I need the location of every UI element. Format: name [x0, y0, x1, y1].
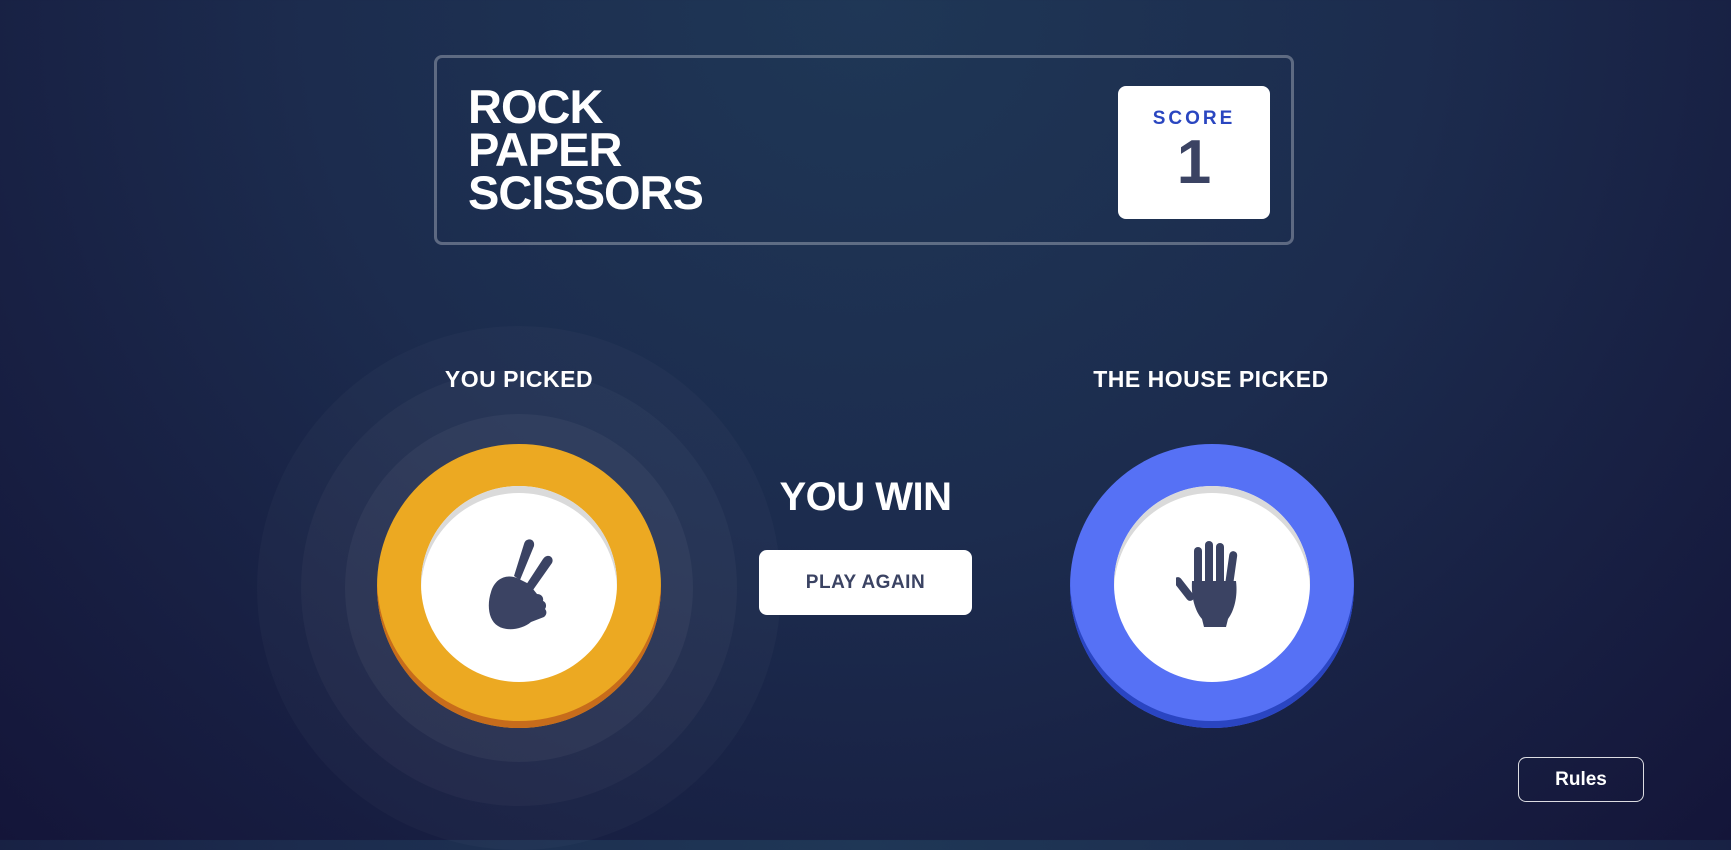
game-title: ROCK PAPER SCISSORS — [468, 80, 704, 219]
player-choice-token — [377, 444, 661, 728]
header: ROCK PAPER SCISSORS SCORE 1 — [434, 55, 1294, 245]
player-choice-inner — [421, 486, 617, 682]
result-text: YOU WIN — [779, 475, 952, 519]
score-label: SCORE — [1152, 108, 1236, 129]
house-choice-token — [1070, 444, 1354, 728]
title-line-rock: ROCK — [468, 80, 603, 133]
scissors-hand-icon — [488, 539, 553, 630]
house-pick-label: THE HOUSE PICKED — [1093, 366, 1329, 392]
title-line-scissors: SCISSORS — [468, 166, 704, 219]
house-choice-inner — [1114, 486, 1310, 682]
score-box: SCORE 1 — [1118, 86, 1270, 219]
play-again-button[interactable]: PLAY AGAIN — [759, 550, 972, 615]
score-value: 1 — [1176, 128, 1212, 197]
paper-hand-icon — [1176, 541, 1238, 627]
rules-button[interactable]: Rules — [1518, 757, 1644, 802]
title-line-paper: PAPER — [468, 123, 622, 176]
